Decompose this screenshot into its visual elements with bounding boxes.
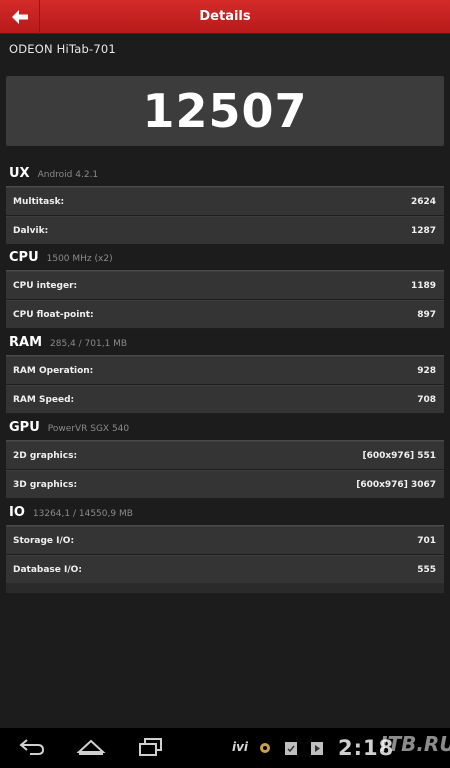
row-label: Dalvik: (13, 225, 49, 236)
result-row-ram-speed: RAM Speed: 708 (6, 385, 444, 414)
section-title: IO (9, 505, 25, 520)
recent-apps-icon[interactable] (137, 736, 165, 762)
section-io: IO 13264,1 / 14550,9 MB Storage I/O: 701… (0, 501, 450, 584)
section-cpu: CPU 1500 MHz (x2) CPU integer: 1189 CPU … (0, 246, 450, 329)
ivi-app-icon[interactable]: ivi (232, 740, 248, 754)
section-subtitle: 1500 MHz (x2) (46, 254, 113, 264)
device-name: ODEON HiTab-701 (9, 42, 116, 56)
result-row-multitask: Multitask: 2624 (6, 187, 444, 216)
row-value: [600x976] 551 (362, 450, 436, 461)
watermark-text: ITB.RU (380, 732, 450, 756)
total-score-panel: 12507 (6, 76, 444, 146)
result-row-3d-graphics: 3D graphics: [600x976] 3067 (6, 470, 444, 499)
section-title: RAM (9, 335, 43, 350)
section-title: CPU (9, 250, 39, 265)
row-label: CPU float-point: (13, 309, 94, 320)
result-row-storage-io: Storage I/O: 701 (6, 526, 444, 555)
section-subtitle: 285,4 / 701,1 MB (50, 339, 128, 349)
result-row-dalvik: Dalvik: 1287 (6, 216, 444, 245)
row-label: 3D graphics: (13, 479, 78, 490)
section-ram: RAM 285,4 / 701,1 MB RAM Operation: 928 … (0, 331, 450, 414)
row-value: 2624 (410, 196, 436, 207)
gear-icon[interactable] (258, 740, 272, 760)
result-row-cpu-float: CPU float-point: 897 (6, 300, 444, 329)
section-subtitle: 13264,1 / 14550,9 MB (32, 509, 133, 519)
row-label: RAM Operation: (13, 365, 94, 376)
section-subtitle: Android 4.2.1 (37, 170, 99, 180)
row-value: 1287 (410, 225, 436, 236)
row-value: 555 (417, 564, 436, 575)
row-label: Database I/O: (13, 564, 82, 575)
home-icon[interactable] (76, 736, 106, 762)
row-value: [600x976] 3067 (356, 479, 436, 490)
row-value: 708 (417, 394, 436, 405)
result-row-cpu-integer: CPU integer: 1189 (6, 271, 444, 300)
list-footer (6, 583, 444, 593)
result-row-ram-operation: RAM Operation: 928 (6, 356, 444, 385)
result-row-database-io: Database I/O: 555 (6, 555, 444, 584)
section-title: UX (9, 166, 30, 181)
section-gpu: GPU PowerVR SGX 540 2D graphics: [600x97… (0, 416, 450, 499)
system-navigation-bar: ivi 2:18 ITB.RU (0, 728, 450, 768)
row-value: 1189 (410, 280, 436, 291)
result-row-2d-graphics: 2D graphics: [600x976] 551 (6, 441, 444, 470)
back-icon[interactable] (18, 736, 46, 762)
action-bar: Details (0, 0, 450, 34)
row-label: CPU integer: (13, 280, 78, 291)
play-store-icon[interactable] (310, 740, 324, 760)
row-value: 928 (417, 365, 436, 376)
section-subtitle: PowerVR SGX 540 (47, 424, 130, 434)
page-title: Details (199, 9, 251, 24)
clipboard-icon[interactable] (284, 740, 298, 760)
row-label: RAM Speed: (13, 394, 75, 405)
row-label: Multitask: (13, 196, 65, 207)
total-score: 12507 (142, 84, 308, 138)
row-label: 2D graphics: (13, 450, 78, 461)
section-ux: UX Android 4.2.1 Multitask: 2624 Dalvik:… (0, 162, 450, 245)
row-label: Storage I/O: (13, 535, 75, 546)
row-value: 701 (417, 535, 436, 546)
section-title: GPU (9, 420, 40, 435)
row-value: 897 (417, 309, 436, 320)
